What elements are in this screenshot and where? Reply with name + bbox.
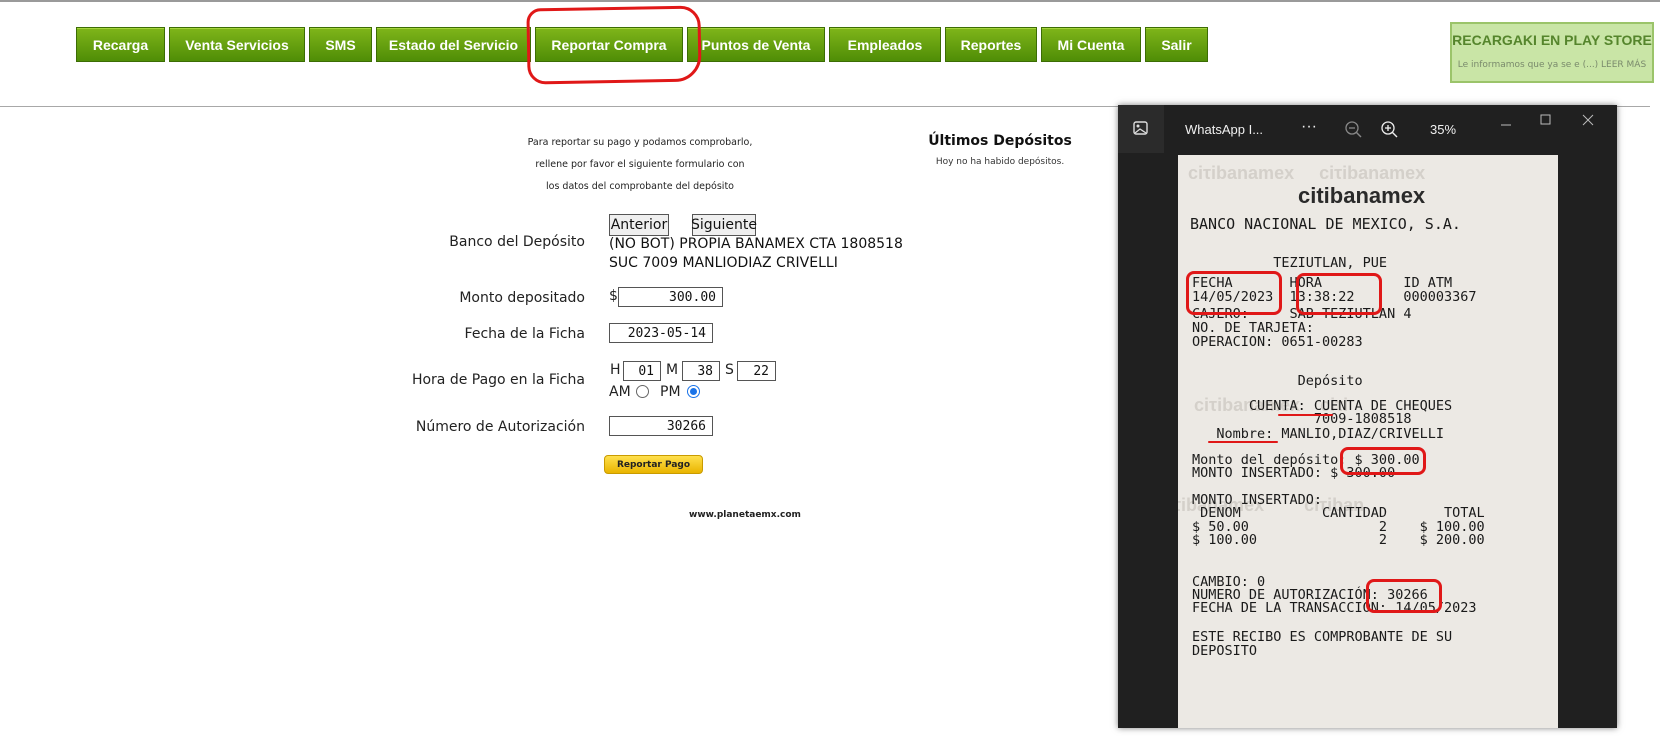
intro-line-2: rellene por favor el siguiente formulari… <box>535 159 745 170</box>
nav-salir[interactable]: Salir <box>1145 27 1208 62</box>
intro-line-3: los datos del comprobante del depósito <box>546 181 734 192</box>
promo-text[interactable]: Le informamos que ya se e (...) LEER MÁS <box>1452 60 1652 70</box>
nav-estado-servicio[interactable]: Estado del Servicio <box>376 27 531 62</box>
second-label: S <box>725 362 734 378</box>
reportar-pago-button[interactable]: Reportar Pago <box>604 455 703 474</box>
nav-reportes[interactable]: Reportes <box>945 27 1037 62</box>
footer-link[interactable]: www.planetaemx.com <box>640 510 850 520</box>
top-border <box>0 0 1660 2</box>
am-radio[interactable] <box>636 385 649 398</box>
receipt-line: BANCO NACIONAL DE MEXICO, S.A. <box>1190 215 1461 233</box>
red-box-hora <box>1296 273 1382 315</box>
receipt-line: $ 100.00 2 $ 200.00 <box>1192 532 1485 548</box>
zoom-in-icon[interactable] <box>1380 120 1400 140</box>
gallery-icon <box>1133 121 1148 135</box>
intro-line-1: Para reportar su pago y podamos comproba… <box>527 137 753 148</box>
red-circle-annotation <box>526 5 702 85</box>
nav-sms[interactable]: SMS <box>309 27 372 62</box>
hora-label: Hora de Pago en la Ficha <box>411 372 585 388</box>
nav-recarga[interactable]: Recarga <box>76 27 165 62</box>
receipt-line: DEPOSITO <box>1192 643 1258 659</box>
maximize-icon[interactable] <box>1538 112 1554 128</box>
viewer-title: WhatsApp I... <box>1185 122 1264 137</box>
citibanamex-logo: citibanamex <box>1298 183 1426 208</box>
receipt-line: OPERACION: 0651-00283 <box>1192 334 1363 350</box>
banco-line-2: SUC 7009 MANLIODIAZ CRIVELLI <box>609 255 838 271</box>
auth-input[interactable]: 30266 <box>609 416 713 436</box>
banco-label: Banco del Depósito <box>449 234 585 250</box>
am-label: AM <box>609 384 631 400</box>
viewer-gallery-button[interactable] <box>1118 105 1164 153</box>
auth-label: Número de Autorización <box>415 419 585 435</box>
nav-empleados[interactable]: Empleados <box>829 27 941 62</box>
fecha-label: Fecha de la Ficha <box>464 326 585 342</box>
red-box-monto <box>1340 447 1426 475</box>
anterior-button[interactable]: Anterior <box>609 214 669 236</box>
red-underline-cuenta <box>1278 414 1333 416</box>
monto-input[interactable]: 300.00 <box>618 287 723 307</box>
ultimos-depositos-text: Hoy no ha habido depósitos. <box>935 157 1065 167</box>
hour-input[interactable]: 01 <box>623 361 661 381</box>
currency-symbol: $ <box>609 288 618 304</box>
minimize-icon[interactable] <box>1498 117 1514 133</box>
red-box-autorizacion <box>1366 579 1442 613</box>
nav-puntos-venta[interactable]: Puntos de Venta <box>687 27 825 62</box>
receipt-line: TEZIUTLAN, PUE <box>1192 255 1388 271</box>
ultimos-depositos-title: Últimos Depósitos <box>928 133 1072 149</box>
watermark: ciτibanamex ciτibanamex <box>1188 163 1426 183</box>
pm-label: PM <box>660 384 681 400</box>
promo-title: RECARGAKI EN PLAY STORE <box>1452 32 1652 48</box>
zoom-out-icon[interactable] <box>1344 120 1364 140</box>
photo-viewer-window: WhatsApp I... ··· 35% ciτibanamex ciτiba… <box>1118 105 1617 728</box>
receipt-photo: ciτibanamex ciτibanamex nex ciτibanamex … <box>1178 155 1558 728</box>
second-input[interactable]: 22 <box>737 361 776 381</box>
minute-input[interactable]: 38 <box>682 361 720 381</box>
siguiente-button[interactable]: Siguiente <box>691 214 757 236</box>
nav-mi-cuenta[interactable]: Mi Cuenta <box>1041 27 1141 62</box>
hour-label: H <box>610 362 621 378</box>
zoom-level: 35% <box>1430 122 1457 137</box>
banco-line-1: (NO BOT) PROPIA BANAMEX CTA 1808518 <box>609 236 903 252</box>
nav-venta-servicios[interactable]: Venta Servicios <box>169 27 305 62</box>
red-underline-nombre <box>1208 441 1278 443</box>
minute-label: M <box>666 362 679 378</box>
receipt-line: Depósito <box>1192 373 1363 389</box>
more-options-icon[interactable]: ··· <box>1301 118 1317 136</box>
promo-box[interactable]: RECARGAKI EN PLAY STORE Le informamos qu… <box>1450 22 1654 83</box>
red-box-fecha <box>1186 271 1282 315</box>
receipt-line: Nombre: MANLIO,DIAZ/CRIVELLI <box>1192 426 1444 442</box>
pm-radio[interactable] <box>687 385 700 398</box>
fecha-input[interactable]: 2023-05-14 <box>609 323 713 343</box>
monto-label: Monto depositado <box>459 290 585 306</box>
close-icon[interactable] <box>1580 112 1596 128</box>
